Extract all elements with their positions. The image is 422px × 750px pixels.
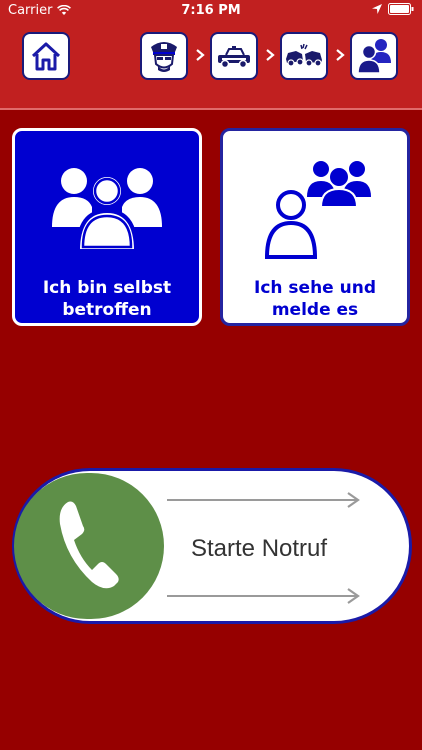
observer-group-icon xyxy=(264,161,371,259)
header-bar xyxy=(0,22,422,108)
app-screen: Carrier 7:16 PM Ich bin selbst betroffen… xyxy=(0,0,422,750)
chevron-right-icon xyxy=(336,49,345,61)
people-group-icon xyxy=(357,39,391,74)
option-witness[interactable]: Ich sehe und melde es xyxy=(220,128,410,326)
car-crash-icon xyxy=(286,43,322,67)
slider-knob[interactable] xyxy=(14,473,164,619)
chevron-right-icon xyxy=(196,49,205,61)
option-self-affected[interactable]: Ich bin selbst betroffen xyxy=(12,128,202,326)
step-police-officer[interactable] xyxy=(140,32,188,80)
battery-icon xyxy=(388,3,414,15)
group-person-icon xyxy=(52,168,162,253)
step-police-car[interactable] xyxy=(210,32,258,80)
header-divider xyxy=(0,108,422,110)
card-icon-wrap xyxy=(15,159,199,255)
slider-label: Starte Notruf xyxy=(191,535,328,562)
emergency-call-slider[interactable]: Starte Notruf xyxy=(12,468,412,624)
step-people-group[interactable] xyxy=(350,32,398,80)
option-witness-label: Ich sehe und melde es xyxy=(254,278,376,320)
phone-icon xyxy=(59,501,119,589)
clock: 7:16 PM xyxy=(181,3,241,18)
arrow-right-icon xyxy=(167,492,360,508)
police-officer-icon xyxy=(151,42,177,72)
card-icon-wrap xyxy=(223,159,407,259)
home-button[interactable] xyxy=(22,32,70,80)
status-bar: Carrier 7:16 PM xyxy=(0,0,422,22)
option-self-label: Ich bin selbst betroffen xyxy=(42,278,172,320)
chevron-right-icon xyxy=(266,49,275,61)
status-right xyxy=(372,3,414,15)
home-icon xyxy=(31,42,61,71)
location-arrow-icon xyxy=(372,4,382,14)
police-car-icon xyxy=(218,46,250,69)
step-car-crash[interactable] xyxy=(280,32,328,80)
arrow-right-icon xyxy=(167,588,360,604)
